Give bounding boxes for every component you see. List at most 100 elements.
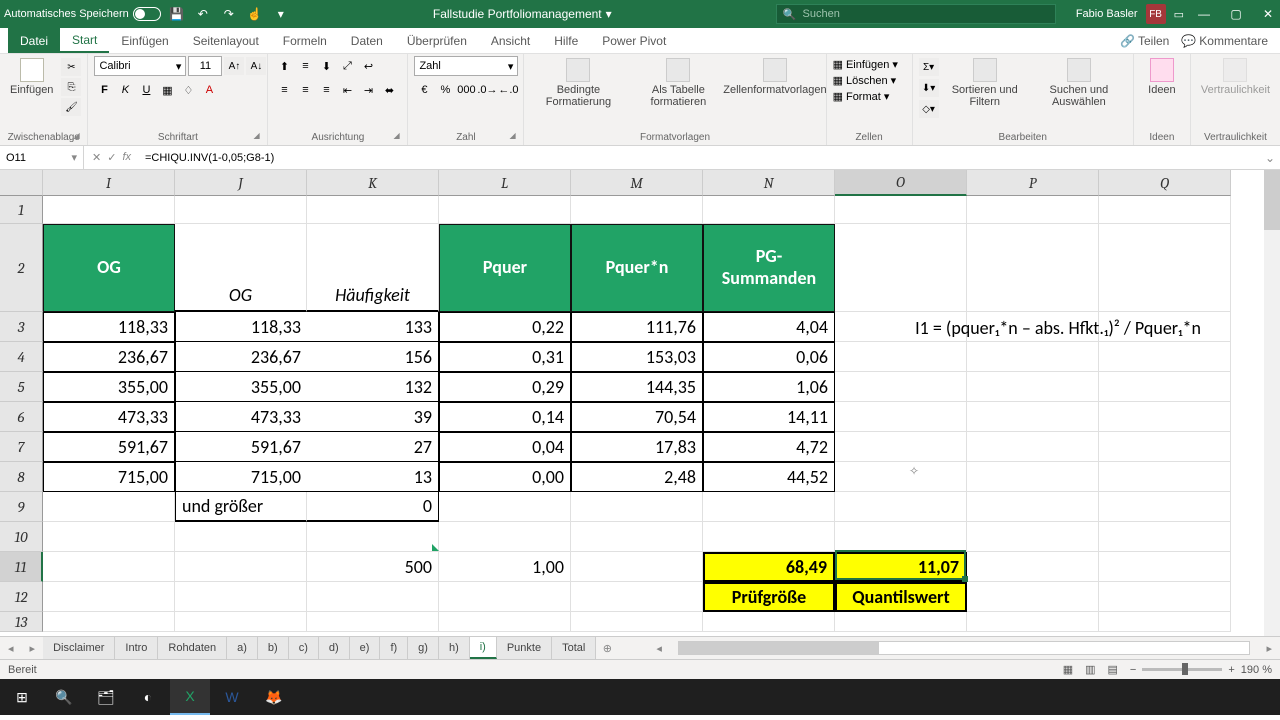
doc-name[interactable]: Fallstudie Portfoliomanagement bbox=[433, 7, 602, 21]
cell-P7[interactable] bbox=[967, 432, 1099, 462]
cell-J9[interactable]: und größer bbox=[175, 492, 307, 522]
inc-dec-icon[interactable]: .0→ bbox=[477, 80, 497, 100]
comma-icon[interactable]: 000 bbox=[456, 80, 476, 100]
close-button[interactable]: ✕ bbox=[1260, 7, 1276, 21]
format-painter-icon[interactable]: 🖌 bbox=[61, 98, 81, 116]
cell-K10[interactable] bbox=[307, 522, 439, 552]
sheet-tab[interactable]: Rohdaten bbox=[158, 637, 227, 659]
cell-O2[interactable] bbox=[835, 224, 967, 312]
dec-dec-icon[interactable]: ←.0 bbox=[498, 80, 518, 100]
cell-N4[interactable]: 0,06 bbox=[703, 342, 835, 372]
user-area[interactable]: Fabio Basler FB ▭ bbox=[1076, 4, 1184, 24]
col-header-J[interactable]: J bbox=[175, 170, 307, 196]
cell-P2[interactable] bbox=[967, 224, 1099, 312]
minimize-button[interactable]: — bbox=[1196, 7, 1212, 21]
cell-M11[interactable] bbox=[571, 552, 703, 582]
row-header-11[interactable]: 11 bbox=[0, 552, 43, 582]
copy-icon[interactable]: ⎘ bbox=[61, 78, 81, 96]
bold-button[interactable]: F bbox=[94, 80, 114, 100]
sheet-tab[interactable]: i) bbox=[470, 637, 497, 659]
cell-Q5[interactable] bbox=[1099, 372, 1231, 402]
row-header-4[interactable]: 4 bbox=[0, 342, 43, 372]
error-indicator-icon[interactable] bbox=[432, 544, 439, 551]
cell-J8[interactable]: 715,00 bbox=[175, 462, 307, 492]
page-break-icon[interactable]: ▤ bbox=[1108, 663, 1118, 676]
dialog-launcher-icon[interactable]: ◢ bbox=[393, 131, 405, 143]
tab-formulas[interactable]: Formeln bbox=[271, 28, 339, 53]
insert-cells-button[interactable]: ▦ Einfügen ▾ bbox=[833, 58, 898, 71]
tab-powerpivot[interactable]: Power Pivot bbox=[590, 28, 678, 53]
cell-K1[interactable] bbox=[307, 196, 439, 224]
cell-L2[interactable]: Pquer bbox=[439, 224, 571, 312]
cell-L1[interactable] bbox=[439, 196, 571, 224]
cell-Q2[interactable] bbox=[1099, 224, 1231, 312]
cell-N5[interactable]: 1,06 bbox=[703, 372, 835, 402]
cell-O5[interactable] bbox=[835, 372, 967, 402]
col-header-P[interactable]: P bbox=[967, 170, 1099, 196]
cell-O11[interactable]: 11,07 bbox=[835, 552, 967, 582]
cell-N1[interactable] bbox=[703, 196, 835, 224]
cell-Q13[interactable] bbox=[1099, 612, 1231, 632]
cell-J7[interactable]: 591,67 bbox=[175, 432, 307, 462]
touch-icon[interactable]: ☝ bbox=[247, 6, 263, 22]
underline-button[interactable]: U bbox=[136, 80, 156, 100]
cell-I3[interactable]: 118,33 bbox=[43, 312, 175, 342]
row-header-12[interactable]: 12 bbox=[0, 582, 43, 612]
cell-K13[interactable] bbox=[307, 612, 439, 632]
cell-I13[interactable] bbox=[43, 612, 175, 632]
cell-I1[interactable] bbox=[43, 196, 175, 224]
cell-P1[interactable] bbox=[967, 196, 1099, 224]
zoom-value[interactable]: 190 % bbox=[1241, 664, 1272, 676]
decrease-font-icon[interactable]: A↓ bbox=[246, 57, 266, 75]
cell-O10[interactable] bbox=[835, 522, 967, 552]
indent-dec-icon[interactable]: ⇤ bbox=[337, 80, 357, 100]
ideas-button[interactable]: Ideen bbox=[1140, 56, 1184, 98]
hscroll-left[interactable]: ◂ bbox=[648, 642, 670, 655]
cond-format-button[interactable]: Bedingte Formatierung bbox=[530, 56, 626, 110]
cell-O9[interactable] bbox=[835, 492, 967, 522]
fill-icon[interactable]: ⬇▾ bbox=[919, 79, 939, 97]
sensitivity-button[interactable]: Vertraulichkeit bbox=[1197, 56, 1274, 98]
font-name-select[interactable]: Calibri▾ bbox=[94, 56, 186, 76]
formula-input[interactable]: =CHIQU.INV(1-0,05;G8-1) bbox=[139, 152, 1260, 164]
cell-L13[interactable] bbox=[439, 612, 571, 632]
zoom-out-button[interactable]: − bbox=[1130, 664, 1136, 676]
cell-P11[interactable] bbox=[967, 552, 1099, 582]
sort-filter-button[interactable]: Sortieren und Filtern bbox=[943, 56, 1027, 110]
increase-font-icon[interactable]: A↑ bbox=[224, 57, 244, 75]
search-box[interactable]: 🔍 Suchen bbox=[776, 4, 1056, 24]
excel-taskbar-icon[interactable]: X bbox=[170, 679, 210, 715]
cell-N2[interactable]: PG-Summanden bbox=[703, 224, 835, 312]
horizontal-scrollbar[interactable] bbox=[678, 641, 1251, 655]
cell-Q10[interactable] bbox=[1099, 522, 1231, 552]
cell-K9[interactable]: 0 bbox=[307, 492, 439, 522]
font-size-select[interactable]: 11 bbox=[188, 56, 222, 76]
row-header-8[interactable]: 8 bbox=[0, 462, 43, 492]
cell-N10[interactable] bbox=[703, 522, 835, 552]
cell-M8[interactable]: 2,48 bbox=[571, 462, 703, 492]
cell-N6[interactable]: 14,11 bbox=[703, 402, 835, 432]
cell-I12[interactable] bbox=[43, 582, 175, 612]
dropdown-icon[interactable]: ▾ bbox=[606, 7, 612, 21]
cell-J13[interactable] bbox=[175, 612, 307, 632]
cell-J10[interactable] bbox=[175, 522, 307, 552]
cell-N7[interactable]: 4,72 bbox=[703, 432, 835, 462]
redo-icon[interactable]: ↷ bbox=[221, 6, 237, 22]
select-all-triangle[interactable] bbox=[0, 170, 43, 196]
cell-J12[interactable] bbox=[175, 582, 307, 612]
orientation-icon[interactable]: ⤢ bbox=[337, 56, 357, 76]
align-top-icon[interactable]: ⬆ bbox=[274, 56, 294, 76]
save-icon[interactable]: 💾 bbox=[169, 6, 185, 22]
undo-icon[interactable]: ↶ bbox=[195, 6, 211, 22]
row-header-2[interactable]: 2 bbox=[0, 224, 43, 312]
col-header-K[interactable]: K bbox=[307, 170, 439, 196]
merge-icon[interactable]: ⬌ bbox=[379, 80, 399, 100]
italic-button[interactable]: K bbox=[115, 80, 135, 100]
dialog-launcher-icon[interactable]: ◢ bbox=[253, 131, 265, 143]
cell-L6[interactable]: 0,14 bbox=[439, 402, 571, 432]
find-select-button[interactable]: Suchen und Auswählen bbox=[1031, 56, 1127, 110]
cell-L7[interactable]: 0,04 bbox=[439, 432, 571, 462]
cell-styles-button[interactable]: Zellenformatvorlagen bbox=[730, 56, 819, 98]
cell-I4[interactable]: 236,67 bbox=[43, 342, 175, 372]
cell-Q7[interactable] bbox=[1099, 432, 1231, 462]
